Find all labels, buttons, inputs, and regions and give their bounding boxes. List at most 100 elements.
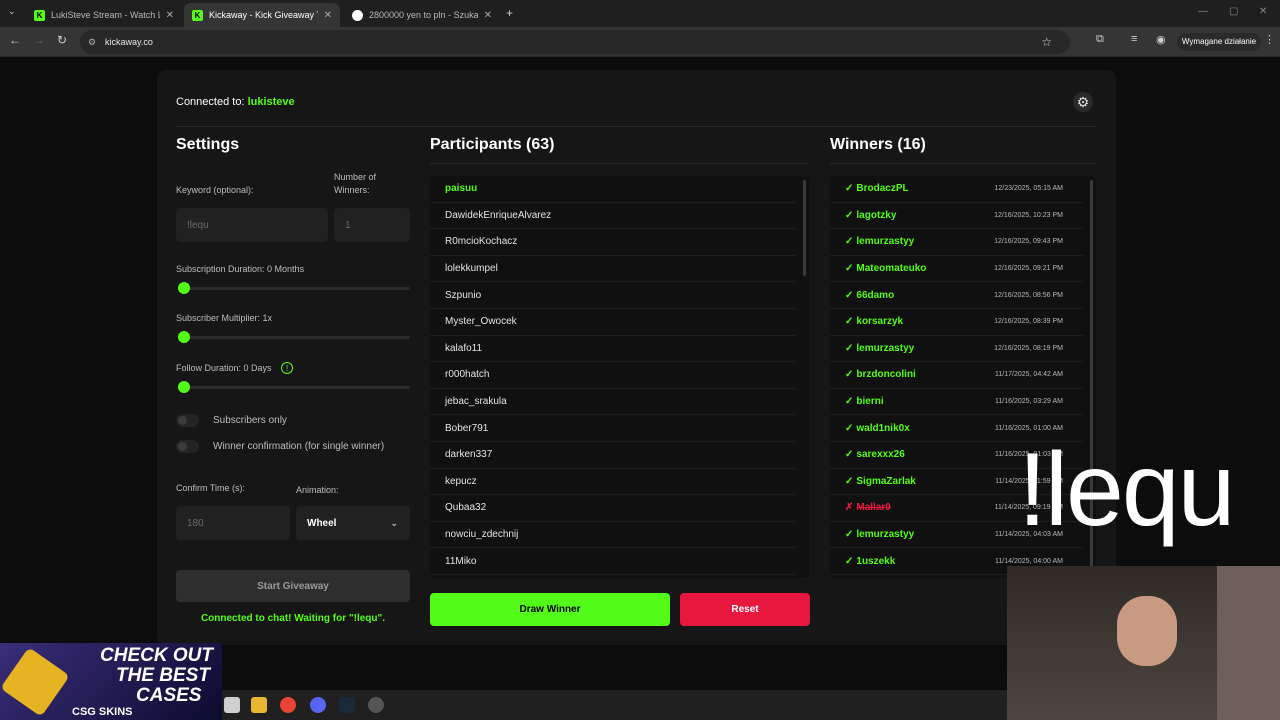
slider-handle[interactable] [178, 282, 190, 294]
chat-status-text: Connected to chat! Waiting for "!lequ". [200, 613, 386, 624]
close-tab-icon[interactable]: ✕ [324, 10, 332, 21]
slider-handle[interactable] [178, 331, 190, 343]
winner-confirmation-toggle[interactable] [176, 440, 199, 453]
winner-date: 12/16/2025, 08:19 PM [994, 344, 1063, 352]
profile-avatar-icon[interactable]: ◉ [1156, 33, 1166, 46]
winner-row: ✓ lemurzastyy 12/16/2025, 08:19 PM [830, 336, 1083, 363]
participant-row: DawidekEnriqueAlvarez [430, 203, 796, 230]
participant-name: DawidekEnriqueAlvarez [445, 209, 552, 221]
winner-name: BrodaczPL [856, 183, 909, 195]
winner-row: ✓ lemurzastyy 12/16/2025, 09:43 PM [830, 229, 1083, 256]
winner-row: ✓ Mateomateuko 12/16/2025, 09:21 PM [830, 256, 1083, 283]
winner-date: 12/23/2025, 05:15 AM [994, 185, 1064, 193]
knife-graphic-icon [0, 647, 70, 717]
minimize-icon[interactable]: — [1198, 6, 1208, 17]
browser-menu-icon[interactable]: ⋮ [1264, 33, 1275, 46]
taskbar [222, 690, 1007, 720]
subscriber-multiplier-slider[interactable] [178, 331, 410, 343]
check-icon: ✓ [845, 289, 854, 301]
winner-date: 11/16/2025, 03:29 AM [995, 398, 1063, 406]
steam-icon[interactable] [339, 697, 355, 713]
info-icon[interactable]: ! [281, 362, 294, 374]
participant-name: r000hatch [445, 369, 490, 381]
participant-row: Bober791 [430, 415, 796, 442]
address-bar[interactable]: ⚙ kickaway.co ☆ [80, 30, 1070, 54]
animation-select[interactable]: Wheel ⌄ [296, 506, 410, 540]
settings-title: Settings [176, 136, 240, 153]
winner-name: 66damo [856, 289, 895, 301]
browser-toolbar: ← → ↻ ⚙ kickaway.co ☆ ⧉ ≡ ◉ Wymagane dzi… [0, 27, 1280, 57]
keyword-input[interactable]: !lequ [176, 208, 328, 242]
draw-winner-button[interactable]: Draw Winner [430, 593, 670, 626]
participant-row: R0mcioKochacz [430, 229, 796, 256]
winner-name: wald1nik0x [856, 422, 910, 434]
tab-lukisteve-stream[interactable]: K LukiSteve Stream - Watch Live o ✕ [26, 3, 182, 27]
obs-icon[interactable] [368, 697, 384, 713]
chrome-icon[interactable] [280, 697, 296, 713]
winner-date: 12/16/2025, 09:21 PM [994, 265, 1063, 273]
promo-line1: CHECK OUT [100, 645, 213, 666]
channel-name: lukisteve [247, 96, 295, 108]
tab-google-search[interactable]: 2800000 yen to pln - Szukaj w ✕ [344, 3, 500, 27]
start-giveaway-button[interactable]: Start Giveaway [176, 570, 410, 602]
participant-name: paisuu [445, 183, 478, 195]
participant-row: kalafo11 [430, 336, 796, 363]
connected-label: Connected to: [176, 96, 245, 108]
discord-icon[interactable] [310, 697, 326, 713]
participant-name: Szpunio [445, 289, 482, 301]
winner-name: Mallar0 [856, 502, 891, 514]
tab-kickaway[interactable]: K Kickaway - Kick Giveaway Tool ✕ [184, 3, 340, 27]
reload-icon[interactable]: ↻ [57, 33, 67, 47]
confirm-time-input[interactable]: 180 [176, 506, 290, 540]
keyword-value: !lequ [187, 219, 209, 231]
extensions-icon[interactable]: ⧉ [1096, 33, 1104, 46]
winner-name: Mateomateuko [856, 263, 927, 275]
winner-name: bierni [856, 396, 884, 408]
participant-name: jebac_srakula [445, 396, 507, 408]
check-icon: ✓ [845, 555, 854, 567]
close-tab-icon[interactable]: ✕ [484, 10, 492, 21]
forward-icon[interactable]: → [33, 33, 45, 47]
winner-date: 12/16/2025, 09:43 PM [994, 238, 1063, 246]
winner-name: SigmaZarlak [856, 475, 916, 487]
winner-date: 12/16/2025, 08:39 PM [994, 318, 1063, 326]
required-action-button[interactable]: Wymagane działanie [1177, 33, 1261, 51]
new-tab-icon[interactable]: + [506, 6, 513, 20]
winners-title: Winners (16) [830, 136, 926, 153]
participants-scrollbar[interactable] [803, 180, 806, 276]
participant-name: Bober791 [445, 422, 489, 434]
follow-duration-slider[interactable] [178, 381, 410, 393]
confirm-time-value: 180 [187, 517, 204, 529]
subscription-duration-slider[interactable] [178, 282, 410, 294]
bookmark-star-icon[interactable]: ☆ [1041, 30, 1052, 54]
close-tab-icon[interactable]: ✕ [166, 10, 174, 21]
header-divider [176, 126, 1096, 127]
winner-row: ✓ bierni 11/16/2025, 03:29 AM [830, 389, 1083, 416]
maximize-icon[interactable]: ▢ [1229, 6, 1238, 17]
tab-list-icon[interactable]: ⌄ [8, 6, 16, 17]
kickaway-favicon-icon: K [192, 9, 203, 21]
number-of-winners-input[interactable]: 1 [334, 208, 410, 242]
winner-date: 12/16/2025, 08:56 PM [994, 291, 1063, 299]
winner-name: brzdoncolini [856, 369, 916, 381]
settings-gear-icon[interactable]: ⚙ [1073, 92, 1093, 112]
winners-value: 1 [345, 219, 351, 231]
file-explorer-icon[interactable] [251, 697, 267, 713]
back-icon[interactable]: ← [9, 33, 21, 47]
task-view-icon[interactable] [224, 697, 240, 713]
reset-button[interactable]: Reset [680, 593, 810, 626]
check-icon: ✓ [845, 209, 854, 221]
winner-row: ✓ korsarzyk 12/16/2025, 08:39 PM [830, 309, 1083, 336]
winner-name: lemurzastyy [856, 529, 915, 541]
site-info-icon[interactable]: ⚙ [88, 30, 96, 54]
participant-name: Myster_Owocek [445, 316, 517, 328]
subscribers-only-toggle[interactable] [176, 414, 199, 427]
check-icon: ✓ [845, 236, 854, 248]
close-window-icon[interactable]: ✕ [1259, 6, 1267, 17]
media-controls-icon[interactable]: ≡ [1131, 33, 1137, 45]
check-icon: ✓ [845, 183, 854, 195]
participant-name: lolekkumpel [445, 263, 498, 275]
check-icon: ✓ [845, 475, 854, 487]
participant-name: kalafo11 [445, 342, 483, 354]
slider-handle[interactable] [178, 381, 190, 393]
